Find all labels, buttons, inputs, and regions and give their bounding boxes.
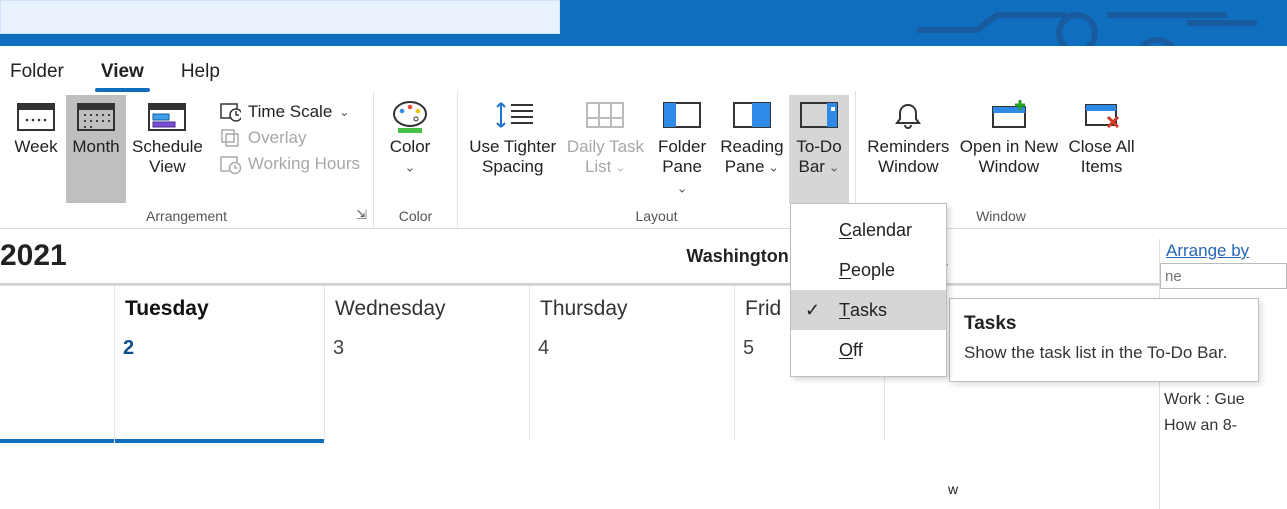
daily-task-list-button: Daily Task List ⌄ xyxy=(562,95,650,203)
daily-task-list-icon xyxy=(583,97,627,135)
ribbon-tabs: Folder View Help xyxy=(0,46,1287,91)
search-field[interactable] xyxy=(0,0,560,34)
calendar-header: 2021 Washington, D.C. ▼ ☾ Today 66°F / 4… xyxy=(0,229,1287,285)
chevron-down-icon: ⌄ xyxy=(405,160,416,175)
close-all-icon xyxy=(1080,97,1124,135)
time-scale-button[interactable]: Time Scale ⌄ xyxy=(213,99,366,125)
use-tighter-spacing-button[interactable]: Use Tighter Spacing xyxy=(464,95,562,203)
month-label: Month xyxy=(72,137,119,157)
chevron-down-icon: ⌄ xyxy=(764,160,779,175)
dialog-launcher-icon[interactable]: ⇲ xyxy=(356,207,367,223)
schedule-view-button[interactable]: Schedule View xyxy=(126,95,209,203)
week-label: Week xyxy=(14,137,57,157)
tooltip-tasks: Tasks Show the task list in the To-Do Ba… xyxy=(949,298,1259,382)
reminders-window-button[interactable]: Reminders Window xyxy=(862,95,955,203)
title-bar xyxy=(0,0,1287,46)
todo-bar-menu: Calendar People ✓Tasks Off xyxy=(790,203,947,377)
time-scale-label: Time Scale xyxy=(248,102,332,122)
chevron-down-icon: ⌄ xyxy=(825,160,840,175)
overlay-icon xyxy=(219,127,241,149)
color-button[interactable]: Color ⌄ xyxy=(380,95,440,203)
tighter-spacing-label: Use Tighter Spacing xyxy=(469,137,556,177)
folder-pane-icon xyxy=(660,97,704,135)
tab-help[interactable]: Help xyxy=(175,53,226,91)
daily-task-list-label: Daily Task List xyxy=(567,137,644,176)
ribbon-view: Week Month Schedule View Time Scale ⌄ Ove… xyxy=(0,91,1287,203)
working-hours-icon xyxy=(219,153,241,175)
date-cell[interactable]: 2 xyxy=(115,331,325,441)
month-button[interactable]: Month xyxy=(66,95,126,203)
day-head-thu: Thursday xyxy=(530,286,735,331)
open-in-new-window-label: Open in New Window xyxy=(960,137,1058,177)
time-scale-icon xyxy=(219,101,241,123)
weather-tomorrow-label: w xyxy=(948,481,958,497)
ribbon-group-labels: Arrangement ⇲ Color Layout Window xyxy=(0,203,1287,229)
folder-pane-button[interactable]: Folder Pane ⌄ xyxy=(649,95,714,203)
page-title: 2021 xyxy=(0,239,67,273)
todo-bar-icon xyxy=(797,97,841,135)
overlay-label: Overlay xyxy=(248,128,307,148)
date-cell[interactable]: 4 xyxy=(530,331,735,441)
date-cell[interactable] xyxy=(0,331,115,441)
layout-group-label: Layout xyxy=(635,208,677,224)
week-icon xyxy=(14,97,58,135)
reading-pane-icon xyxy=(730,97,774,135)
overlay-button: Overlay xyxy=(213,125,366,151)
working-hours-label: Working Hours xyxy=(248,154,360,174)
day-head-mon xyxy=(0,286,115,331)
color-group-label: Color xyxy=(399,208,432,224)
arrange-by-link[interactable]: Arrange by xyxy=(1160,239,1287,263)
tooltip-title: Tasks xyxy=(964,313,1240,335)
menu-item-tasks[interactable]: ✓Tasks xyxy=(791,290,946,330)
color-label: Color xyxy=(390,137,431,156)
color-icon xyxy=(388,97,432,135)
weather-tomorrow: w xyxy=(948,481,958,497)
bell-icon xyxy=(886,97,930,135)
todo-bar-button[interactable]: To-Do Bar ⌄ xyxy=(789,95,849,203)
tighter-spacing-icon xyxy=(491,97,535,135)
title-bar-graphic xyxy=(907,0,1267,46)
list-item[interactable]: Work : Gue xyxy=(1164,391,1283,409)
arrangement-group-label: Arrangement xyxy=(146,208,227,224)
month-icon xyxy=(74,97,118,135)
close-all-items-button[interactable]: Close All Items xyxy=(1063,95,1140,203)
reading-pane-button[interactable]: Reading Pane ⌄ xyxy=(715,95,789,203)
schedule-view-label: Schedule View xyxy=(132,137,203,177)
schedule-view-icon xyxy=(145,97,189,135)
new-task-input[interactable] xyxy=(1160,263,1287,289)
window-group-label: Window xyxy=(976,208,1026,224)
menu-item-calendar[interactable]: Calendar xyxy=(791,210,946,250)
check-icon: ✓ xyxy=(805,300,820,321)
list-item[interactable]: How an 8- xyxy=(1164,417,1283,435)
close-all-items-label: Close All Items xyxy=(1068,137,1134,177)
chevron-down-icon: ⌄ xyxy=(611,160,626,175)
reminders-window-label: Reminders Window xyxy=(867,137,949,177)
menu-item-off[interactable]: Off xyxy=(791,330,946,370)
new-window-icon xyxy=(987,97,1031,135)
chevron-down-icon: ⌄ xyxy=(339,105,349,119)
day-head-wed: Wednesday xyxy=(325,286,530,331)
tooltip-body: Show the task list in the To-Do Bar. xyxy=(964,343,1240,363)
folder-pane-label: Folder Pane xyxy=(658,137,706,176)
working-hours-button: Working Hours xyxy=(213,151,366,177)
tab-folder[interactable]: Folder xyxy=(4,53,70,91)
day-head-tue: Tuesday xyxy=(115,286,325,331)
tab-view[interactable]: View xyxy=(95,53,150,91)
week-button[interactable]: Week xyxy=(6,95,66,203)
menu-item-people[interactable]: People xyxy=(791,250,946,290)
date-cell[interactable]: 3 xyxy=(325,331,530,441)
open-in-new-window-button[interactable]: Open in New Window xyxy=(955,95,1063,203)
chevron-down-icon: ⌄ xyxy=(677,181,688,196)
